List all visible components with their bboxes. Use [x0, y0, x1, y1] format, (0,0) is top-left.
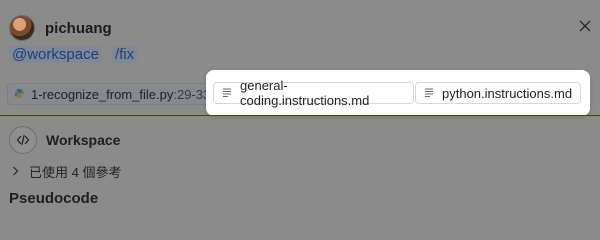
divider [0, 115, 600, 116]
fix-command-token[interactable]: /fix [111, 46, 138, 63]
close-button[interactable] [576, 17, 594, 35]
file-reference-name: 1-recognize_from_file.py [31, 86, 174, 102]
instruction-chip-python[interactable]: python.instructions.md [415, 82, 581, 104]
username: pichuang [45, 19, 112, 37]
chat-pane: pichuang @workspace /fix 1-recognize_fro… [0, 0, 600, 213]
chat-header: pichuang [9, 13, 112, 43]
chevron-right-icon [12, 164, 19, 179]
code-icon [9, 126, 37, 154]
file-reference-chip[interactable]: 1-recognize_from_file.py:29-33 [7, 83, 218, 105]
reference-chips: 1-recognize_from_file.py:29-33 [7, 83, 218, 105]
instruction-chip-label: general-coding.instructions.md [240, 78, 370, 108]
file-reference-line-range: :29-33 [173, 86, 211, 102]
instruction-chip-label: python.instructions.md [442, 85, 573, 101]
instructions-highlight: general-coding.instructions.md python.in… [206, 70, 590, 116]
workspace-token[interactable]: @workspace [9, 46, 102, 63]
references-used-label: 已使用 4 個參考 [29, 165, 122, 180]
close-icon [579, 20, 591, 32]
instruction-chip-general-coding[interactable]: general-coding.instructions.md [213, 78, 414, 108]
workspace-title: Workspace [46, 132, 121, 148]
user-avatar [9, 15, 35, 41]
workspace-header: Workspace [9, 126, 120, 154]
document-icon [424, 86, 434, 101]
section-title: Pseudocode [9, 190, 99, 207]
python-file-icon [14, 87, 25, 102]
document-icon [222, 86, 232, 101]
command-line: @workspace /fix [9, 46, 138, 63]
references-used-toggle[interactable]: 已使用 4 個參考 [12, 162, 121, 181]
